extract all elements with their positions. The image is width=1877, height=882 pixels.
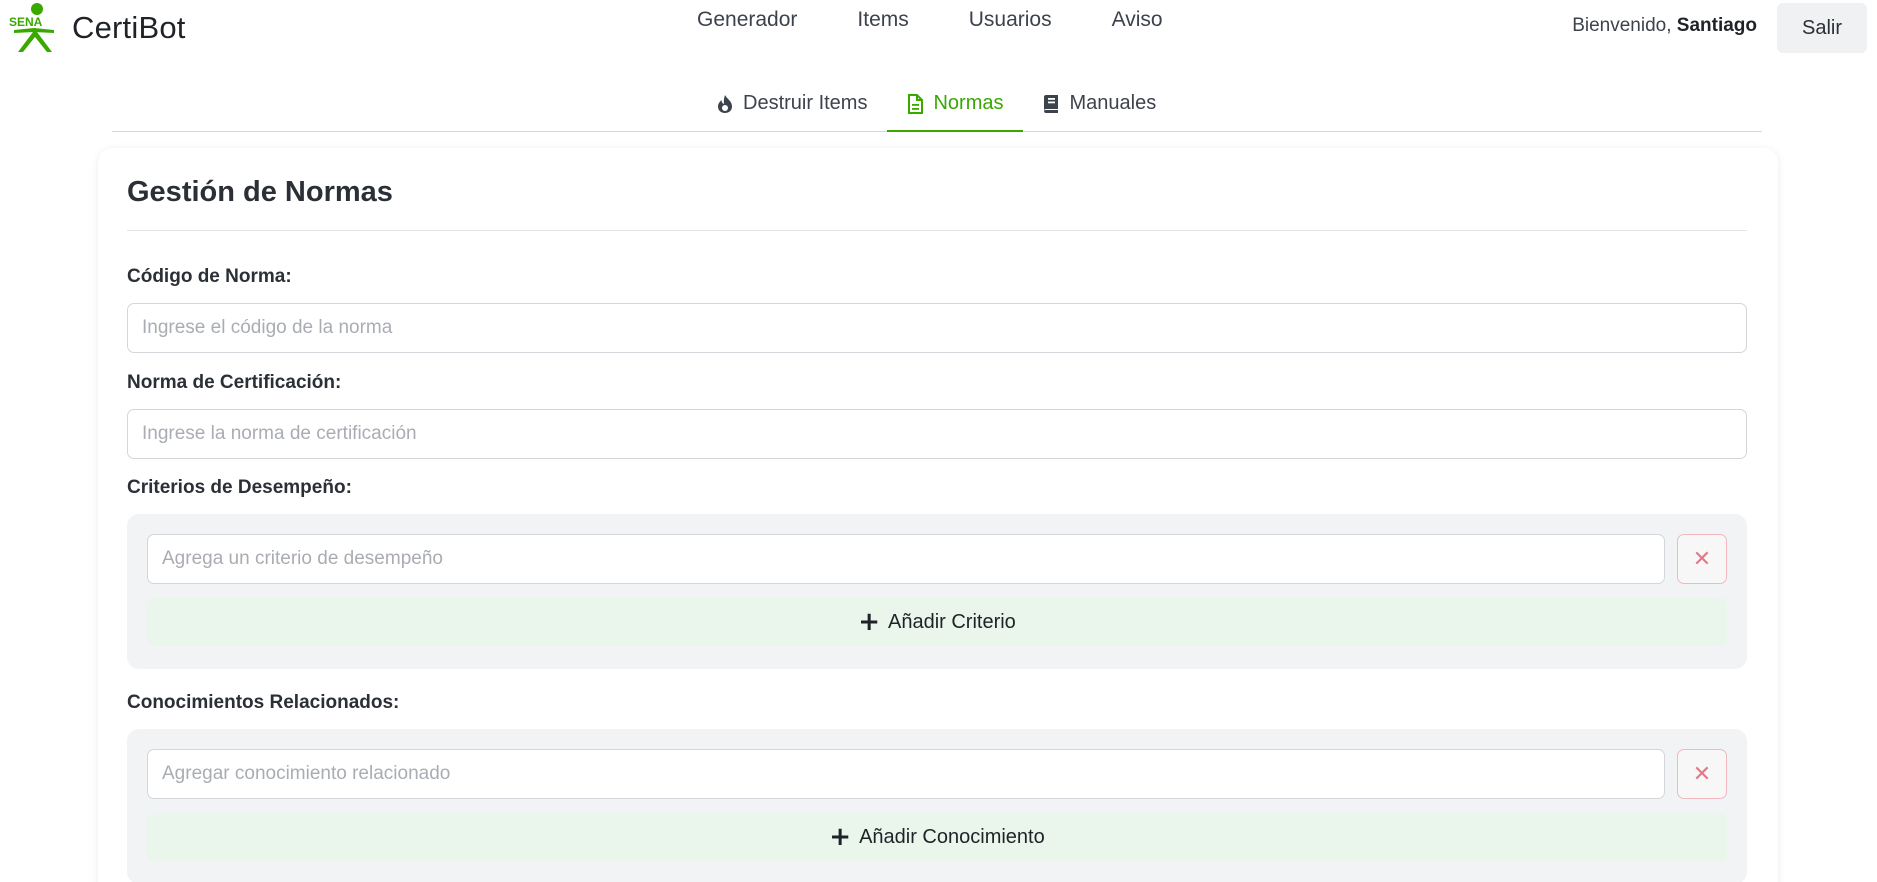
codigo-norma-input[interactable]: [127, 303, 1747, 353]
main-nav: Generador Items Usuarios Aviso: [697, 8, 1163, 32]
sena-logo: SENA: [9, 3, 54, 52]
norma-certificacion-input[interactable]: [127, 409, 1747, 459]
page-title: Gestión de Normas: [127, 176, 393, 208]
app-name: CertiBot: [72, 10, 186, 45]
tab-label: Normas: [933, 92, 1004, 114]
nav-link-aviso[interactable]: Aviso: [1112, 8, 1163, 32]
tab-label: Destruir Items: [743, 92, 868, 114]
tab-destruir-items[interactable]: Destruir Items: [697, 84, 887, 132]
codigo-label: Código de Norma:: [127, 266, 292, 287]
criterio-input[interactable]: [147, 534, 1665, 584]
tab-manuales[interactable]: Manuales: [1023, 84, 1176, 132]
tab-group: Destruir Items Normas Manuales: [697, 84, 1176, 132]
brand[interactable]: SENA CertiBot: [6, 2, 186, 54]
close-icon: ✕: [1692, 546, 1712, 572]
remove-conocimiento-button[interactable]: ✕: [1677, 749, 1727, 799]
user-name: Santiago: [1676, 15, 1757, 36]
criterios-label: Criterios de Desempeño:: [127, 477, 352, 498]
add-conocimiento-label: Añadir Conocimiento: [859, 825, 1045, 848]
book-icon: [1044, 95, 1059, 113]
sub-tabs: Destruir Items Normas Manuales: [112, 84, 1762, 132]
top-navbar: SENA CertiBot Generador Items Usuarios A…: [0, 0, 1877, 56]
nav-link-usuarios[interactable]: Usuarios: [969, 8, 1052, 32]
add-criterio-label: Añadir Criterio: [887, 610, 1016, 633]
norma-label: Norma de Certificación:: [127, 372, 342, 393]
welcome-message: Bienvenido, Santiago: [1572, 15, 1757, 37]
tab-label: Manuales: [1069, 92, 1157, 114]
criterios-section: ✕ + Añadir Criterio: [127, 514, 1747, 669]
welcome-greeting: Bienvenido,: [1572, 15, 1672, 36]
nav-link-generador[interactable]: Generador: [697, 8, 797, 32]
tab-normas[interactable]: Normas: [887, 84, 1024, 132]
logout-button[interactable]: Salir: [1777, 3, 1867, 53]
close-icon: ✕: [1692, 761, 1712, 787]
document-icon: [908, 94, 924, 114]
conocimiento-input[interactable]: [147, 749, 1665, 799]
fire-icon: [718, 95, 732, 113]
title-divider: [127, 230, 1747, 231]
conocimientos-section: ✕ + Añadir Conocimiento: [127, 729, 1747, 882]
remove-criterio-button[interactable]: ✕: [1677, 534, 1727, 584]
plus-icon: +: [858, 607, 880, 637]
svg-text:SENA: SENA: [9, 15, 43, 29]
conocimientos-label: Conocimientos Relacionados:: [127, 692, 400, 713]
nav-link-items[interactable]: Items: [857, 8, 908, 32]
normas-card: Gestión de Normas Código de Norma: Norma…: [98, 148, 1778, 882]
add-conocimiento-button[interactable]: + Añadir Conocimiento: [147, 813, 1727, 861]
plus-icon: +: [829, 822, 852, 852]
add-criterio-button[interactable]: + Añadir Criterio: [147, 598, 1727, 646]
